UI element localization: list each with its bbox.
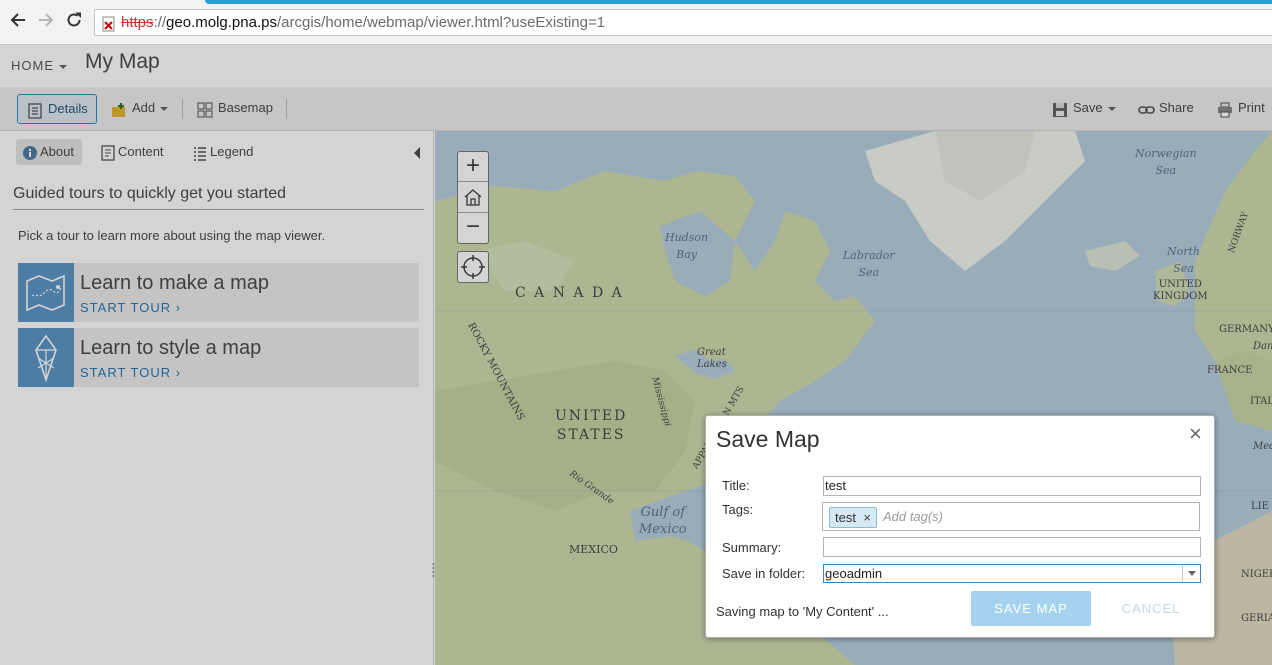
saving-status: Saving map to 'My Content' ... [716,604,889,619]
folder-select-value: geoadmin [825,566,883,581]
save-map-dialog: Save Map × Title: test Tags: test × Add … [705,415,1215,638]
tags-placeholder: Add tag(s) [883,509,943,524]
dialog-title: Save Map [716,426,820,452]
cancel-button[interactable]: CANCEL [1106,591,1196,626]
url-separator: :// [153,14,167,31]
browser-toolbar: https://geo.molg.pna.ps/arcgis/home/webm… [0,0,1272,45]
tags-input[interactable]: test × Add tag(s) [822,502,1200,531]
url-host: geo.molg.pna.ps [166,14,277,31]
save-map-button[interactable]: SAVE MAP [971,591,1091,626]
title-field-label: Title: [722,478,750,493]
back-icon[interactable] [7,11,29,33]
close-icon[interactable]: × [1189,423,1202,445]
url-scheme: https [121,14,154,31]
reload-icon[interactable] [63,11,85,33]
address-bar[interactable]: https://geo.molg.pna.ps/arcgis/home/webm… [94,9,1272,36]
folder-field-label: Save in folder: [722,566,806,581]
summary-input[interactable] [823,537,1201,557]
insecure-lock-icon[interactable] [101,15,117,32]
summary-field-label: Summary: [722,540,782,555]
tags-field-label: Tags: [722,502,754,517]
browser-tab-strip [205,0,1272,4]
tag-chip: test × [829,507,877,528]
chevron-down-icon[interactable] [1182,565,1200,582]
url-path: /arcgis/home/webmap/viewer.html?useExist… [276,14,606,31]
folder-select[interactable]: geoadmin [823,564,1201,583]
forward-icon[interactable] [35,11,57,33]
remove-tag-icon[interactable]: × [863,508,871,527]
title-input[interactable]: test [823,476,1201,496]
tag-chip-label: test [835,510,856,525]
